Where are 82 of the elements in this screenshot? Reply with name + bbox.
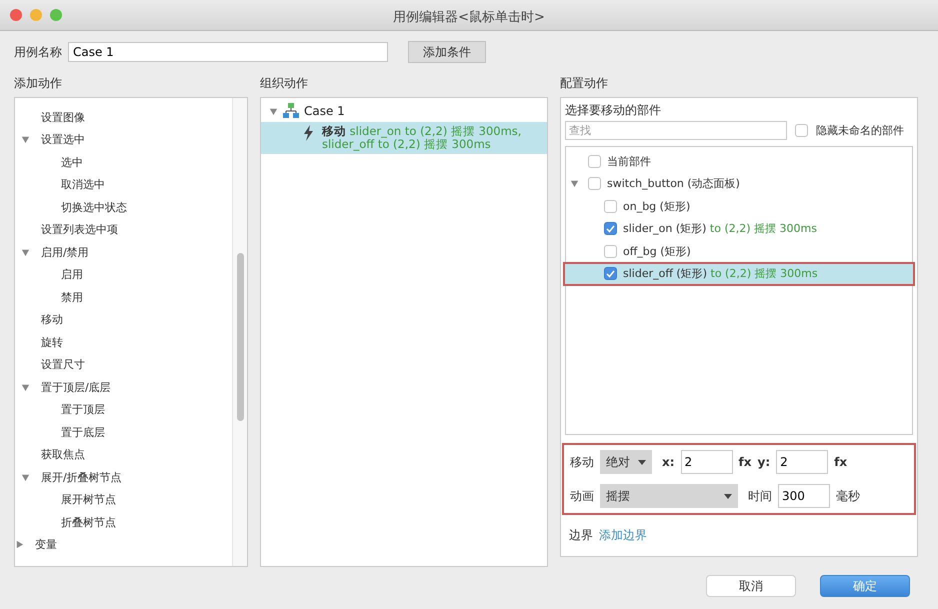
x-field[interactable]: 2 [680,450,733,474]
section-title: 添加动作 [14,75,63,91]
close-button[interactable] [10,9,22,21]
action-tree-item[interactable]: 置于顶层 [61,402,105,418]
action-tree-item[interactable]: 展开/折叠树节点 [41,470,122,485]
move-label: 移动 [570,454,594,470]
action-tree-item[interactable]: 置于顶层/底层 [41,380,111,395]
time-field[interactable]: 300 [778,484,830,508]
action-tree-item[interactable]: 旋转 [41,334,63,350]
add-boundary-link[interactable]: 添加边界 [599,527,647,544]
widget-row[interactable]: off_bg (矩形) [564,240,914,263]
expanded-triangle-icon[interactable] [21,135,30,144]
checkbox[interactable] [604,222,617,236]
y-field[interactable]: 2 [776,450,828,474]
animation-label: 动画 [570,488,594,504]
widget-label: on_bg (矩形) [623,198,690,214]
cancel-button[interactable]: 取消 [706,575,796,597]
collapsed-triangle-icon[interactable] [15,540,24,550]
fx-label[interactable]: fx [738,455,752,469]
dropdown-caret-icon [724,494,732,498]
expanded-triangle-icon[interactable] [570,179,579,188]
widget-label: 当前部件 [607,154,651,169]
action-tree-item[interactable]: 选中 [61,154,83,170]
action-row[interactable]: 移动 slider_on to (2,2) 摇摆 300ms, slider_off to (2,2) 摇摆 300ms [261,122,547,154]
checkbox[interactable] [604,244,617,258]
checkbox[interactable] [604,200,617,213]
dropdown-caret-icon [638,460,646,464]
case-label[interactable]: Case 1 [304,104,345,118]
flowchart-icon [283,103,299,119]
action-tree-item[interactable]: 设置选中 [41,132,85,148]
widget-label: switch_button (动态面板) [607,176,740,192]
search-field[interactable]: 查找 [565,121,787,140]
window-title: 用例编辑器<鼠标单击时> [393,9,545,26]
y-label: y: [758,455,770,469]
widget-label: slider_on (矩形) to (2,2) 摇摆 300ms [623,221,817,236]
expanded-triangle-icon[interactable] [21,382,30,392]
action-tree-item[interactable]: 禁用 [61,290,83,305]
mode-dropdown[interactable]: 绝对 [600,450,652,474]
checkbox[interactable] [795,124,808,138]
case-name-field[interactable]: Case 1 [68,42,388,62]
checkbox[interactable] [588,177,601,190]
checkbox[interactable] [588,154,601,168]
panel-subtitle: 选择要移动的部件 [565,102,662,119]
x-label: x: [662,455,675,469]
action-tree-item[interactable]: 设置尺寸 [41,357,85,372]
section-title: 配置动作 [560,75,609,91]
scrollbar-thumb[interactable] [236,253,244,421]
checkbox[interactable] [604,267,617,280]
action-tree-item[interactable]: 设置列表选中项 [41,222,118,238]
action-tree-item[interactable]: 移动 [41,312,63,328]
lightning-icon [303,125,314,141]
checkbox-label: 隐藏未命名的部件 [816,123,904,138]
section-title: 组织动作 [260,75,309,91]
action-tree-item[interactable]: 展开树节点 [61,492,116,508]
action-tree-item[interactable]: 切换选中状态 [61,200,127,215]
expanded-triangle-icon[interactable] [21,248,30,257]
action-tree-item[interactable]: 取消选中 [61,177,105,192]
action-tree-item[interactable]: 启用 [61,267,83,282]
widget-row[interactable]: switch_button (动态面板) [564,172,914,196]
zoom-button[interactable] [50,9,62,21]
widget-label: slider_off (矩形) to (2,2) 摇摆 300ms [623,266,818,282]
case-name-label: 用例名称 [14,44,62,60]
time-label: 时间 [748,488,772,504]
action-tree-item[interactable]: 变量 [35,537,57,552]
action-text: 移动 slider_on to (2,2) 摇摆 300ms, slider_off to (2,2) 摇摆 300ms [322,125,522,151]
widget-row[interactable]: slider_off (矩形) to (2,2) 摇摆 300ms [564,262,914,286]
animation-dropdown[interactable]: 摇摆 [600,484,738,508]
action-tree-item[interactable]: 启用/禁用 [41,244,89,260]
action-tree-item[interactable]: 获取焦点 [41,447,85,462]
action-tree-item[interactable]: 置于底层 [61,424,105,440]
add-condition-button[interactable]: 添加条件 [408,41,486,63]
widget-row[interactable]: 当前部件 [564,150,914,173]
widget-row[interactable]: on_bg (矩形) [564,195,914,218]
widget-row[interactable]: slider_on (矩形) to (2,2) 摇摆 300ms [564,218,914,240]
expanded-triangle-icon[interactable] [21,472,30,482]
fx-label[interactable]: fx [834,455,848,469]
action-tree-item[interactable]: 折叠树节点 [61,514,116,530]
unit-label: 毫秒 [836,488,860,504]
expanded-triangle-icon[interactable] [269,106,278,116]
boundary-label: 边界 [569,527,593,544]
action-tree-item[interactable]: 设置图像 [41,110,85,125]
widget-label: off_bg (矩形) [623,244,691,259]
